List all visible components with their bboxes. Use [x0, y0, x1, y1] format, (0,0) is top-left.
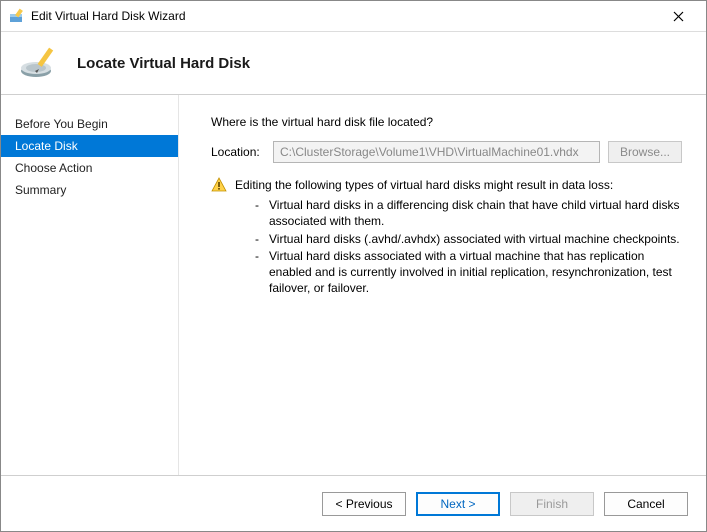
- warning-item: Virtual hard disks associated with a vir…: [259, 248, 682, 297]
- window-title: Edit Virtual Hard Disk Wizard: [31, 9, 186, 23]
- sidebar-item-before-you-begin[interactable]: Before You Begin: [1, 113, 178, 135]
- page-title: Locate Virtual Hard Disk: [77, 55, 250, 72]
- location-label: Location:: [211, 145, 265, 159]
- browse-button: Browse...: [608, 141, 682, 163]
- warning-block: Editing the following types of virtual h…: [211, 177, 682, 297]
- wizard-footer: < Previous Next > Finish Cancel: [1, 475, 706, 531]
- location-row: Location: Browse...: [211, 141, 682, 163]
- warning-icon: [211, 177, 227, 193]
- sidebar-item-choose-action[interactable]: Choose Action: [1, 157, 178, 179]
- warning-intro: Editing the following types of virtual h…: [235, 178, 613, 192]
- location-input[interactable]: [273, 141, 600, 163]
- content-pane: Where is the virtual hard disk file loca…: [179, 95, 706, 475]
- previous-button[interactable]: < Previous: [322, 492, 406, 516]
- warning-item: Virtual hard disks in a differencing dis…: [259, 197, 682, 229]
- prompt-text: Where is the virtual hard disk file loca…: [211, 115, 682, 129]
- sidebar-item-summary[interactable]: Summary: [1, 179, 178, 201]
- app-icon: [9, 8, 25, 24]
- finish-button: Finish: [510, 492, 594, 516]
- warning-item: Virtual hard disks (.avhd/.avhdx) associ…: [259, 231, 682, 247]
- close-button[interactable]: [658, 2, 698, 30]
- warning-list: Virtual hard disks in a differencing dis…: [245, 197, 682, 296]
- titlebar: Edit Virtual Hard Disk Wizard: [1, 1, 706, 31]
- next-button[interactable]: Next >: [416, 492, 500, 516]
- sidebar-item-locate-disk[interactable]: Locate Disk: [1, 135, 178, 157]
- wizard-header: Locate Virtual Hard Disk: [1, 31, 706, 95]
- main-area: Before You Begin Locate Disk Choose Acti…: [1, 95, 706, 475]
- cancel-button[interactable]: Cancel: [604, 492, 688, 516]
- warning-text: Editing the following types of virtual h…: [235, 177, 682, 297]
- disk-icon: [19, 43, 59, 83]
- wizard-steps: Before You Begin Locate Disk Choose Acti…: [1, 95, 179, 475]
